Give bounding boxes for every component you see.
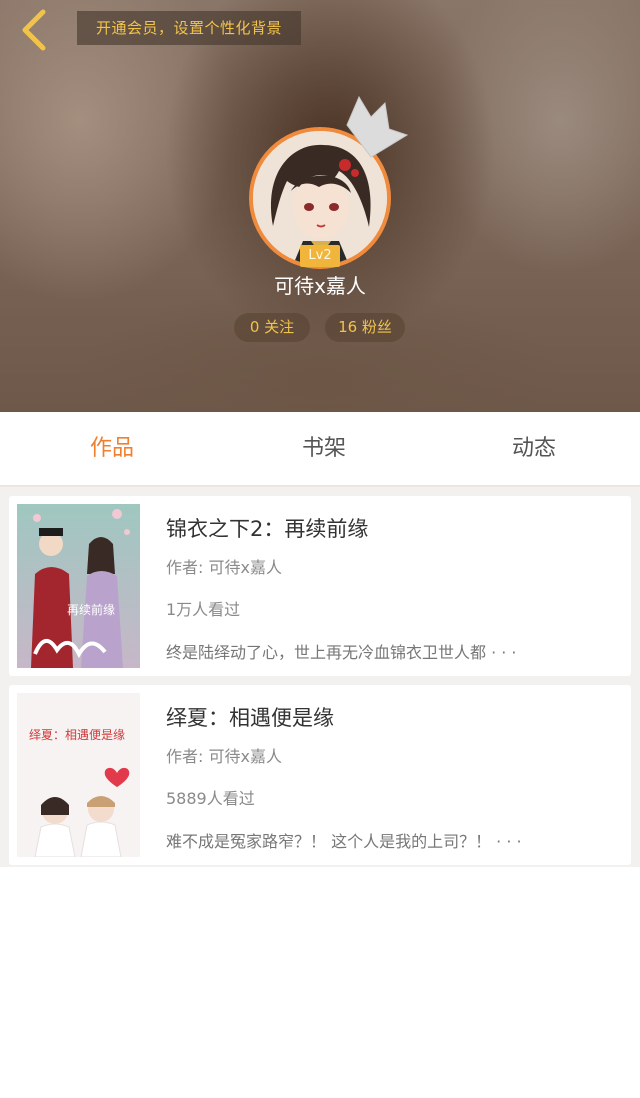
works-list: 再续前缘 锦衣之下2：再续前缘 作者: 可待x嘉人 1万人看过 终是陆绎动了心，… xyxy=(0,487,640,867)
book-cover[interactable]: 绎夏：相遇便是缘 xyxy=(17,693,140,857)
profile-header: 开通会员，设置个性化背景 Lv2 可待x嘉人 0 关注 16 粉丝 xyxy=(0,0,640,412)
avatar-container[interactable]: Lv2 xyxy=(249,95,409,269)
work-author: 作者: 可待x嘉人 xyxy=(166,747,282,766)
work-description: 难不成是冤家路窄？！ 这个人是我的上司？！ · · · xyxy=(166,832,522,851)
chevron-left-icon xyxy=(22,9,46,51)
book-cover-image: 绎夏：相遇便是缘 xyxy=(17,693,140,857)
tab-works[interactable]: 作品 xyxy=(62,412,162,485)
crown-icon xyxy=(346,95,409,158)
profile-page: 开通会员，设置个性化背景 Lv2 可待x嘉人 0 关注 16 粉丝 作品 书架 … xyxy=(0,0,640,1098)
work-title[interactable]: 锦衣之下2：再续前缘 xyxy=(166,514,368,544)
book-cover-image: 再续前缘 xyxy=(17,504,140,668)
username: 可待x嘉人 xyxy=(274,274,366,298)
work-views: 1万人看过 xyxy=(166,600,241,619)
book-cover[interactable]: 再续前缘 xyxy=(17,504,140,668)
following-count-button[interactable]: 0 关注 xyxy=(234,313,310,342)
tab-bookshelf[interactable]: 书架 xyxy=(274,412,374,485)
fans-count-button[interactable]: 16 粉丝 xyxy=(325,313,405,342)
work-card[interactable]: 绎夏：相遇便是缘 绎夏：相遇便是缘 作者: 可待x嘉人 5889人看过 难不成是… xyxy=(9,685,631,865)
empty-area xyxy=(0,867,640,1098)
cover-title: 绎夏：相遇便是缘 xyxy=(29,728,125,742)
work-title[interactable]: 绎夏：相遇便是缘 xyxy=(166,703,334,733)
cover-title: 再续前缘 xyxy=(67,602,115,617)
vip-background-banner[interactable]: 开通会员，设置个性化背景 xyxy=(77,11,301,45)
work-author: 作者: 可待x嘉人 xyxy=(166,558,282,577)
level-badge: Lv2 xyxy=(300,245,340,267)
work-card[interactable]: 再续前缘 锦衣之下2：再续前缘 作者: 可待x嘉人 1万人看过 终是陆绎动了心，… xyxy=(9,496,631,676)
work-description: 终是陆绎动了心，世上再无冷血锦衣卫世人都 · · · xyxy=(166,643,517,662)
tab-activity[interactable]: 动态 xyxy=(484,412,584,485)
profile-tabs: 作品 书架 动态 xyxy=(0,412,640,487)
work-views: 5889人看过 xyxy=(166,789,255,808)
back-button[interactable] xyxy=(14,8,54,52)
